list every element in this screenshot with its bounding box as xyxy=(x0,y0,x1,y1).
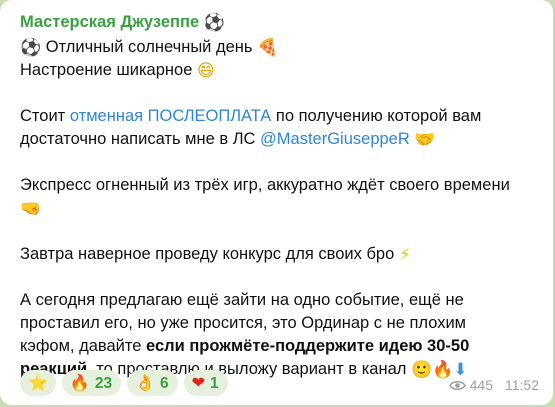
heart-icon: ❤ xyxy=(191,373,206,392)
message-text: Отличный солнечный день xyxy=(41,38,258,56)
message-text: Завтра наверное проведу конкурс для свои… xyxy=(20,245,399,263)
reaction-count: 1 xyxy=(210,374,219,392)
message-line-6: 🤜 xyxy=(20,197,535,220)
message-text: А сегодня предлагаю ещё зайти на одно со… xyxy=(20,291,464,309)
star-icon: ⭐ xyxy=(28,373,48,392)
message-text: по получению которой вам xyxy=(271,107,482,125)
postpayment-link[interactable]: отменная ПОСЛЕОПЛАТА xyxy=(70,107,271,125)
message-line-7: Завтра наверное проведу конкурс для свои… xyxy=(20,243,535,266)
message-line-3: Стоит отменная ПОСЛЕОПЛАТА по получению … xyxy=(20,105,535,128)
smiling-face-icon: 🙂 xyxy=(410,360,433,380)
message-line-1: ⚽ Отличный солнечный день 🍕 xyxy=(20,36,535,59)
reaction-count: 23 xyxy=(94,374,113,392)
soccer-ball-icon: ⚽ xyxy=(203,13,225,33)
message-bubble: Мастерская Джузеппе ⚽ ⚽ Отличный солнечн… xyxy=(0,0,553,405)
handshake-icon: 🤝 xyxy=(414,130,436,150)
view-count: 445 xyxy=(469,377,493,393)
ok-hand-icon: 👌 xyxy=(135,373,156,392)
channel-name[interactable]: Мастерская Джузеппе ⚽ xyxy=(20,11,535,33)
message-text: Экспресс огненный из трёх игр, аккуратно… xyxy=(20,176,510,194)
message-line-10: кэфом, давайте если прожмёте-поддержите … xyxy=(20,335,535,358)
channel-name-text: Мастерская Джузеппе xyxy=(20,13,200,31)
message-time: 11:52 xyxy=(505,377,539,393)
reaction-star[interactable]: ⭐ xyxy=(20,370,56,396)
reaction-count: 6 xyxy=(160,374,169,392)
eye-icon xyxy=(448,380,466,390)
reaction-fire[interactable]: 🔥 23 xyxy=(61,370,122,396)
message-text: достаточно написать мне в ЛС xyxy=(20,130,261,148)
soccer-ball-icon: ⚽ xyxy=(20,38,42,58)
message-text: кэфом, давайте xyxy=(20,337,146,355)
message-text: Настроение шикарное xyxy=(20,61,197,79)
fist-bump-icon: 🤜 xyxy=(20,199,42,219)
message-line-2: Настроение шикарное 😄 xyxy=(20,59,535,82)
lightning-icon: ⚡ xyxy=(398,245,411,265)
reaction-heart[interactable]: ❤ 1 xyxy=(183,370,228,396)
message-line-4: достаточно написать мне в ЛС @MasterGius… xyxy=(20,128,535,151)
reaction-ok-hand[interactable]: 👌 6 xyxy=(127,370,178,396)
grinning-face-icon: 😄 xyxy=(196,61,215,81)
message-text: Стоит xyxy=(20,107,70,125)
message-line-5: Экспресс огненный из трёх игр, аккуратно… xyxy=(20,174,535,197)
message-text: проставил его, но уже просится, это Орди… xyxy=(20,314,467,332)
reactions-bar: ⭐ 🔥 23 👌 6 ❤ 1 xyxy=(20,370,228,396)
message-meta: 445 11:52 xyxy=(448,376,539,394)
message-bold-text: если прожмёте-поддержите идею 30-50 xyxy=(146,337,470,355)
fire-icon: 🔥 xyxy=(69,373,90,392)
message-line-9: проставил его, но уже просится, это Орди… xyxy=(20,312,535,335)
mention-link[interactable]: @MasterGiuseppeR xyxy=(260,130,410,148)
pizza-icon: 🍕 xyxy=(257,38,279,58)
message-line-8: А сегодня предлагаю ещё зайти на одно со… xyxy=(20,289,535,312)
